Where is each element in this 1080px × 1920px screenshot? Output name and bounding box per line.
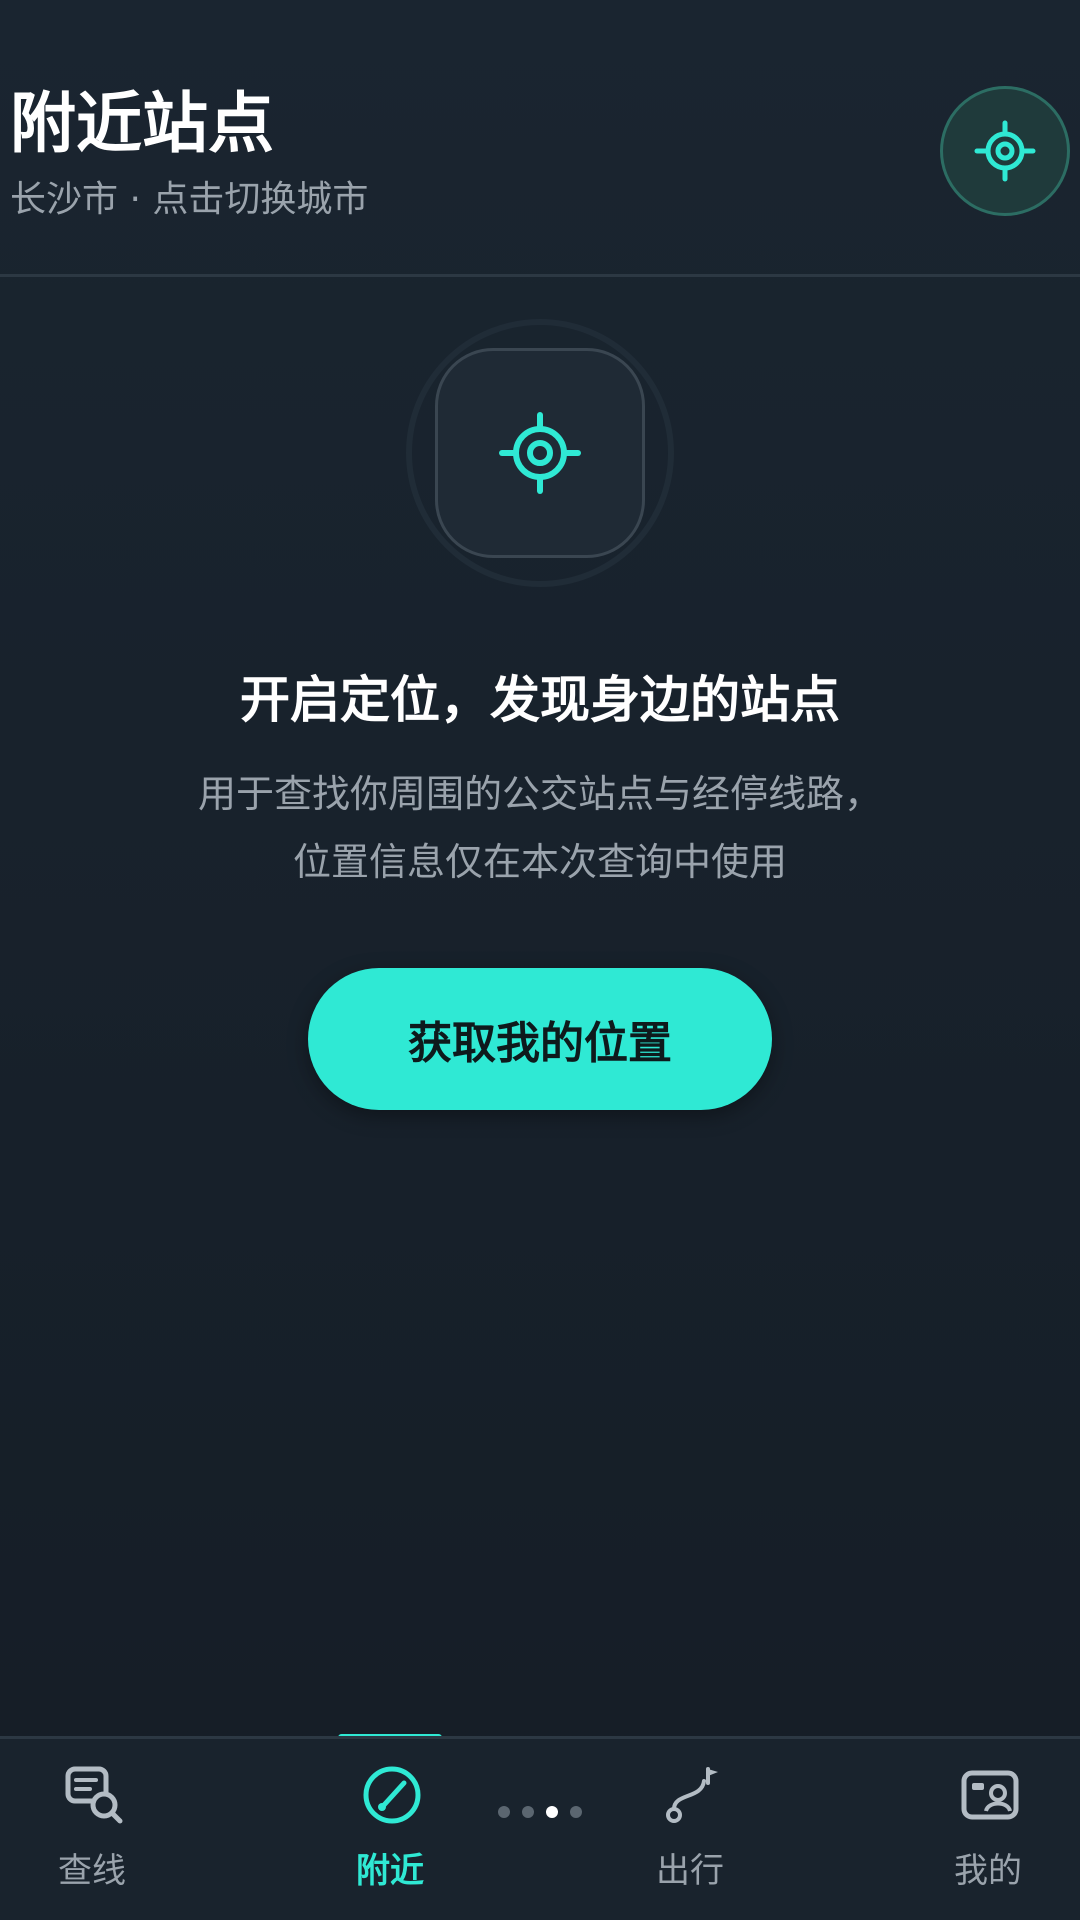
header: 附近站点 长沙市 · 点击切换城市 <box>0 0 1080 277</box>
search-line-icon <box>65 1766 123 1824</box>
nav-label: 出行 <box>656 1851 724 1891</box>
nav-label: 附近 <box>356 1851 424 1891</box>
nav-item-trip[interactable]: 出行 <box>600 1739 780 1920</box>
locate-crosshair-icon <box>974 120 1036 182</box>
page-dot <box>522 1806 534 1818</box>
page-dot-active <box>546 1806 558 1818</box>
page-dot <box>570 1806 582 1818</box>
nav-label: 我的 <box>954 1851 1022 1891</box>
nav-item-mine[interactable]: 我的 <box>898 1739 1078 1920</box>
description-line: 位置信息仅在本次查询中使用 <box>292 840 787 884</box>
location-icon-tile <box>435 348 645 558</box>
profile-card-icon <box>961 1770 1019 1820</box>
location-crosshair-icon <box>499 412 581 494</box>
compass-icon <box>363 1766 421 1824</box>
permission-heading: 开启定位，发现身边的站点 <box>240 671 840 729</box>
nav-item-nearby[interactable]: 附近 <box>300 1739 480 1920</box>
permission-description: 用于查找你周围的公交站点与经停线路， 位置信息仅在本次查询中使用 <box>0 760 1080 896</box>
bottom-nav: 查线 附近 出行 我的 <box>0 1736 1080 1920</box>
page-dot <box>498 1806 510 1818</box>
nav-label: 查线 <box>58 1851 126 1891</box>
description-line: 用于查找你周围的公交站点与经停线路， <box>197 772 882 816</box>
locate-button[interactable] <box>940 86 1070 216</box>
route-icon <box>666 1767 718 1823</box>
page-title: 附近站点 <box>10 85 274 162</box>
location-illustration <box>405 318 675 588</box>
page-indicator-dots <box>496 1806 586 1820</box>
get-location-button[interactable]: 获取我的位置 <box>308 968 772 1110</box>
city-switch-link[interactable]: 长沙市 · 点击切换城市 <box>10 178 368 222</box>
nav-item-search-line[interactable]: 查线 <box>2 1739 182 1920</box>
